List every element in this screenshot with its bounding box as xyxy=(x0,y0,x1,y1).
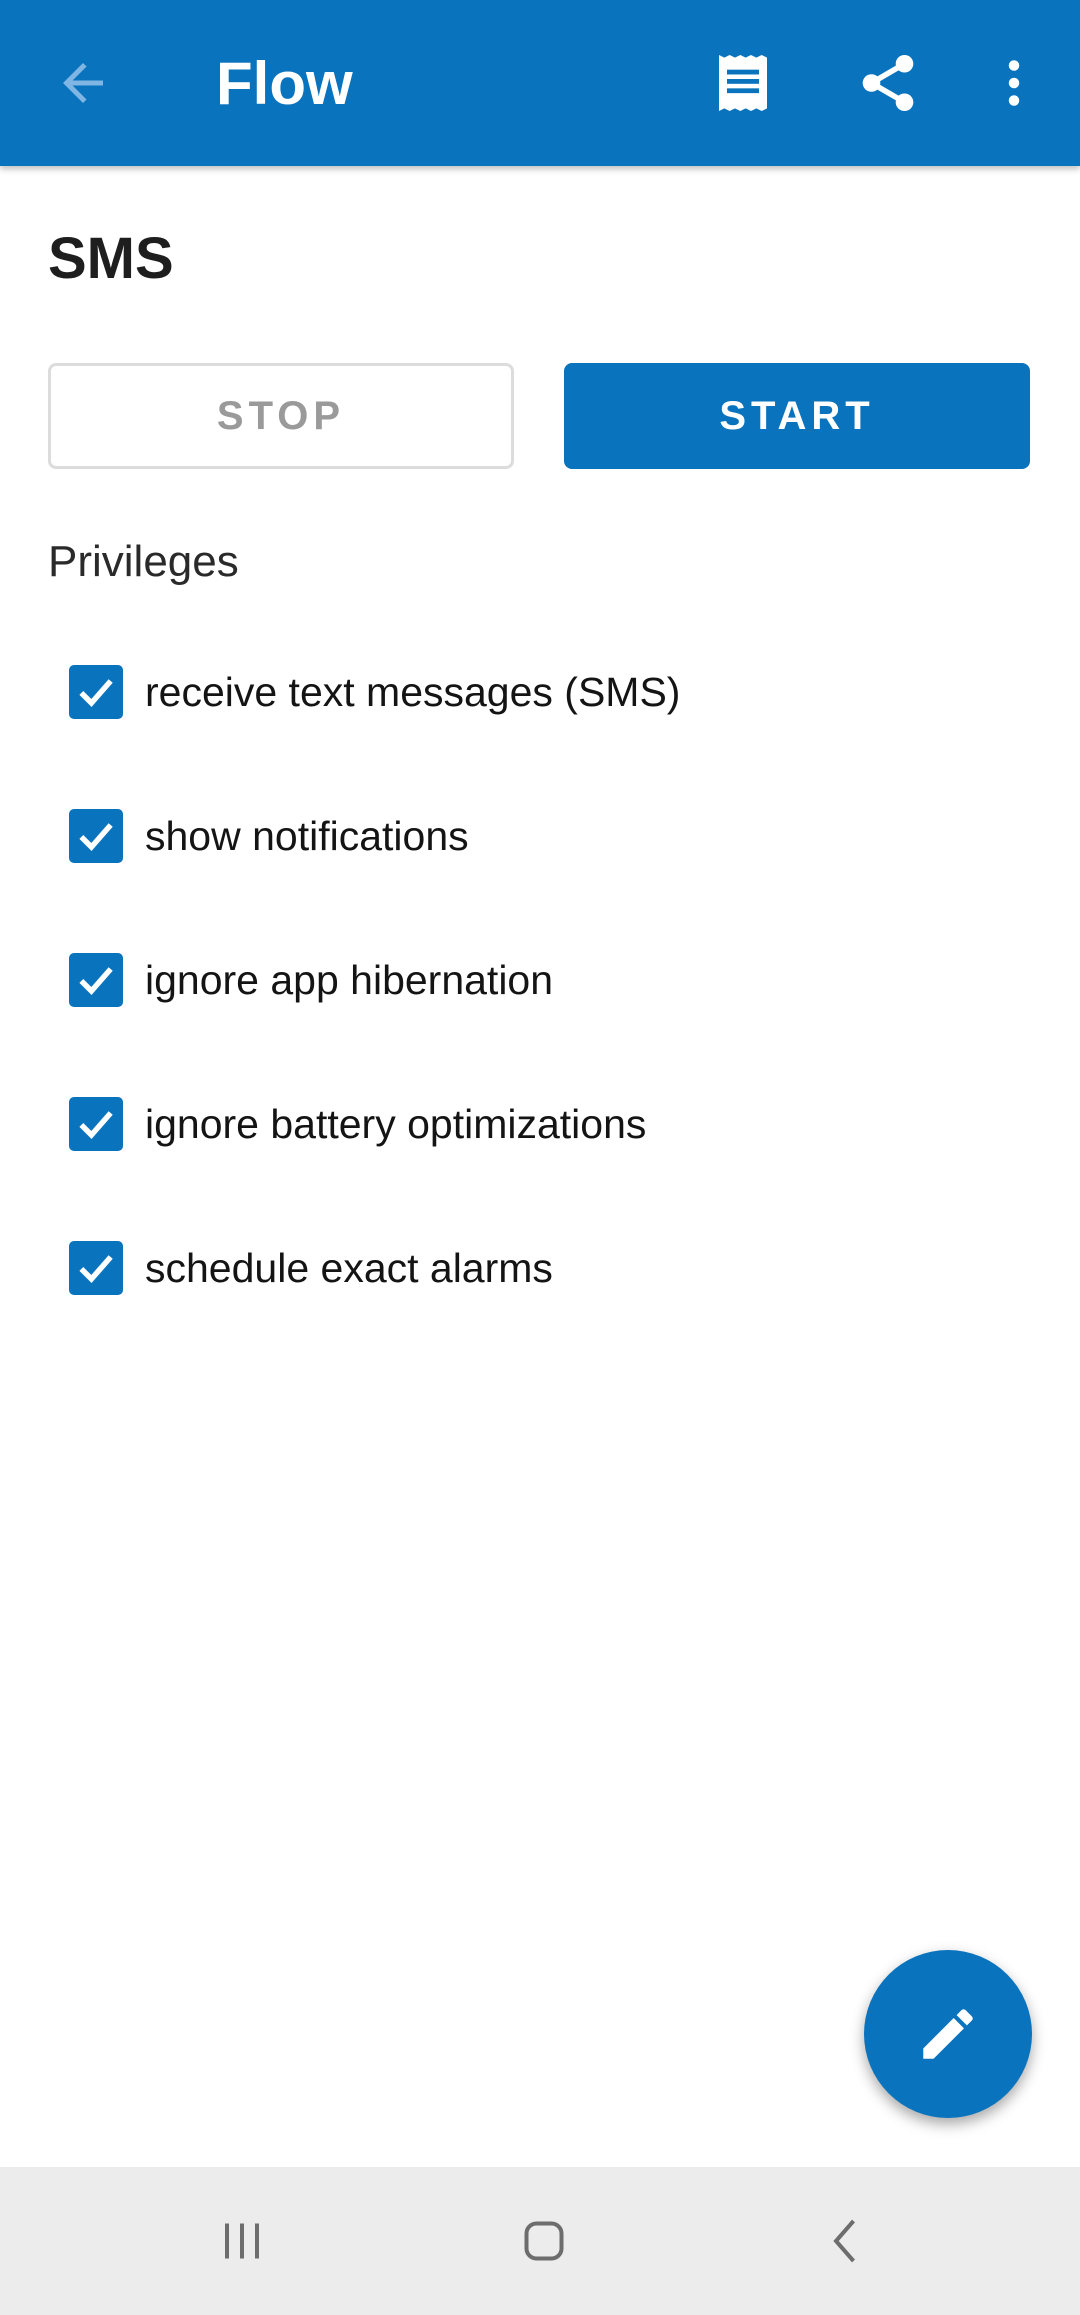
privilege-item[interactable]: schedule exact alarms xyxy=(0,1196,1080,1340)
privilege-label: show notifications xyxy=(145,813,469,859)
privileges-title: Privileges xyxy=(48,537,239,586)
privilege-item[interactable]: receive text messages (SMS) xyxy=(0,620,1080,764)
app-bar-title: Flow xyxy=(216,50,353,117)
check-icon xyxy=(79,679,113,708)
system-navigation-bar xyxy=(0,2167,1080,2315)
privilege-label: receive text messages (SMS) xyxy=(145,669,681,715)
check-icon xyxy=(79,967,113,996)
recents-icon xyxy=(225,2223,259,2259)
app-bar: Flow xyxy=(0,0,1080,166)
flow-name: SMS xyxy=(48,226,174,291)
check-icon xyxy=(79,1255,113,1284)
privilege-label: ignore battery optimizations xyxy=(145,1101,647,1147)
arrow-back-icon xyxy=(63,63,103,103)
privilege-item[interactable]: ignore app hibernation xyxy=(0,908,1080,1052)
home-icon xyxy=(524,2221,564,2261)
check-icon xyxy=(79,1111,113,1140)
share-icon xyxy=(862,54,914,112)
home-button[interactable] xyxy=(484,2191,604,2291)
more-vert-icon xyxy=(1008,60,1020,106)
share-button[interactable] xyxy=(838,33,938,133)
back-button[interactable] xyxy=(33,33,133,133)
privilege-checkbox[interactable] xyxy=(69,1241,123,1295)
privilege-label: schedule exact alarms xyxy=(145,1245,553,1291)
stop-button[interactable]: STOP xyxy=(48,363,514,469)
privilege-checkbox[interactable] xyxy=(69,953,123,1007)
more-options-button[interactable] xyxy=(964,33,1064,133)
privilege-item[interactable]: ignore battery optimizations xyxy=(0,1052,1080,1196)
edit-pencil-icon xyxy=(923,2009,973,2059)
privilege-checkbox[interactable] xyxy=(69,1097,123,1151)
privilege-checkbox[interactable] xyxy=(69,809,123,863)
start-button[interactable]: START xyxy=(564,363,1030,469)
check-icon xyxy=(79,823,113,852)
recents-button[interactable] xyxy=(182,2191,302,2291)
privilege-checkbox[interactable] xyxy=(69,665,123,719)
nav-back-button[interactable] xyxy=(786,2191,906,2291)
edit-flow-fab[interactable] xyxy=(864,1950,1032,2118)
log-button[interactable] xyxy=(693,33,793,133)
privilege-item[interactable]: show notifications xyxy=(0,764,1080,908)
receipt-log-icon xyxy=(719,55,767,111)
privileges-list: receive text messages (SMS) show notific… xyxy=(0,620,1080,1340)
nav-back-icon xyxy=(833,2219,856,2263)
privilege-label: ignore app hibernation xyxy=(145,957,554,1003)
